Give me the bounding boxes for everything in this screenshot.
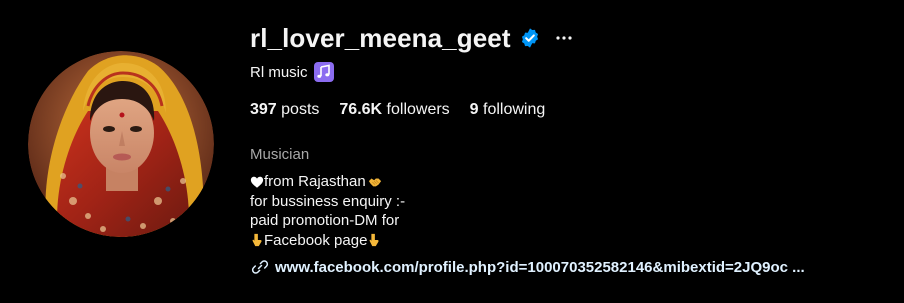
bio-text-4: Facebook page	[264, 231, 368, 249]
link-icon	[251, 260, 269, 274]
handshake-icon	[368, 178, 381, 187]
white-heart-icon	[250, 176, 264, 188]
following-stat[interactable]: 9 following	[470, 101, 546, 119]
external-link-row[interactable]: www.facebook.com/profile.php?id=10007035…	[250, 256, 904, 278]
music-notes-icon	[313, 62, 334, 82]
avatar[interactable]	[28, 51, 214, 237]
bio: from Rajasthan for bussiness enquiry :- …	[250, 172, 904, 250]
following-count: 9	[469, 101, 479, 118]
backhand-index-pointing-down-icon	[252, 234, 262, 247]
followers-label: followers	[382, 101, 450, 118]
username: rl_lover_meena_geet	[250, 22, 511, 53]
posts-stat: 397 posts	[250, 101, 319, 119]
profile-category: Musician	[250, 146, 310, 163]
verified-badge-icon	[521, 28, 538, 48]
bio-line-4: Facebook page	[250, 231, 904, 251]
following-label: following	[478, 101, 546, 118]
avatar-image	[28, 51, 214, 237]
profile-info: rl_lover_meena_geet Rl music 397 posts 7…	[250, 20, 904, 278]
external-link[interactable]: www.facebook.com/profile.php?id=10007035…	[275, 259, 805, 276]
bio-line-2: for bussiness enquiry :-	[250, 192, 406, 210]
profile-page: rl_lover_meena_geet Rl music 397 posts 7…	[0, 0, 904, 303]
posts-count: 397	[250, 101, 277, 118]
followers-stat[interactable]: 76.6K followers	[339, 101, 449, 119]
full-name: Rl music	[250, 63, 308, 81]
full-name-row: Rl music	[250, 60, 904, 84]
more-options-button[interactable]	[555, 29, 573, 47]
more-options-icon	[556, 36, 572, 40]
bio-line-1: from Rajasthan	[250, 172, 904, 192]
backhand-index-pointing-down-icon	[369, 234, 379, 247]
profile-stats: 397 posts 76.6K followers 9 following	[250, 100, 904, 120]
profile-header: rl_lover_meena_geet	[250, 20, 904, 56]
followers-count: 76.6K	[339, 101, 383, 118]
bio-text-1: from Rajasthan	[264, 173, 366, 190]
bio-line-3: paid promotion-DM for	[250, 212, 400, 229]
posts-label: posts	[276, 101, 320, 118]
